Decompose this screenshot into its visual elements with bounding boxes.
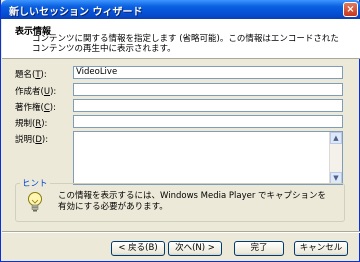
window-title: 新しいセッション ウィザード: [9, 7, 143, 18]
author-input[interactable]: [73, 83, 343, 96]
title-bar[interactable]: 新しいセッション ウィザード ×: [1, 0, 360, 19]
wizard-window: 新しいセッション ウィザード × 表示情報 コンテンツに関する情報を指定します …: [0, 0, 360, 262]
page-description: コンテンツに関する情報を指定します (省略可能)。この情報はエンコードされたコン…: [32, 34, 339, 54]
wizard-header: 表示情報 コンテンツに関する情報を指定します (省略可能)。この情報はエンコード…: [2, 19, 360, 59]
title-input[interactable]: VideoLive: [73, 66, 343, 79]
rating-label: 規制(R):: [15, 119, 48, 129]
description-label: 説明(D):: [15, 135, 49, 145]
hint-legend: ヒント: [20, 177, 50, 189]
description-textarea[interactable]: ▲ ▼: [73, 131, 343, 185]
finish-button[interactable]: 完了: [234, 241, 284, 256]
hint-text: この情報を表示するには、Windows Media Player でキャプション…: [58, 191, 327, 212]
back-button[interactable]: < 戻る(B): [111, 241, 165, 256]
description-scrollbar[interactable]: ▲ ▼: [329, 132, 342, 184]
close-button[interactable]: ×: [343, 2, 358, 17]
close-icon: ×: [346, 4, 355, 15]
footer-separator: [2, 231, 360, 233]
next-button[interactable]: 次へ(N) >: [168, 241, 222, 256]
title-label: 題名(T):: [15, 70, 47, 80]
copyright-label: 著作権(C):: [15, 103, 56, 113]
rating-input[interactable]: [73, 115, 343, 128]
title-input-value: VideoLive: [76, 67, 118, 77]
scroll-up-icon[interactable]: ▲: [330, 132, 342, 144]
copyright-input[interactable]: [73, 99, 343, 112]
lightbulb-icon: [28, 192, 42, 212]
author-label: 作成者(U):: [15, 87, 57, 97]
cancel-button[interactable]: キャンセル: [294, 241, 348, 256]
